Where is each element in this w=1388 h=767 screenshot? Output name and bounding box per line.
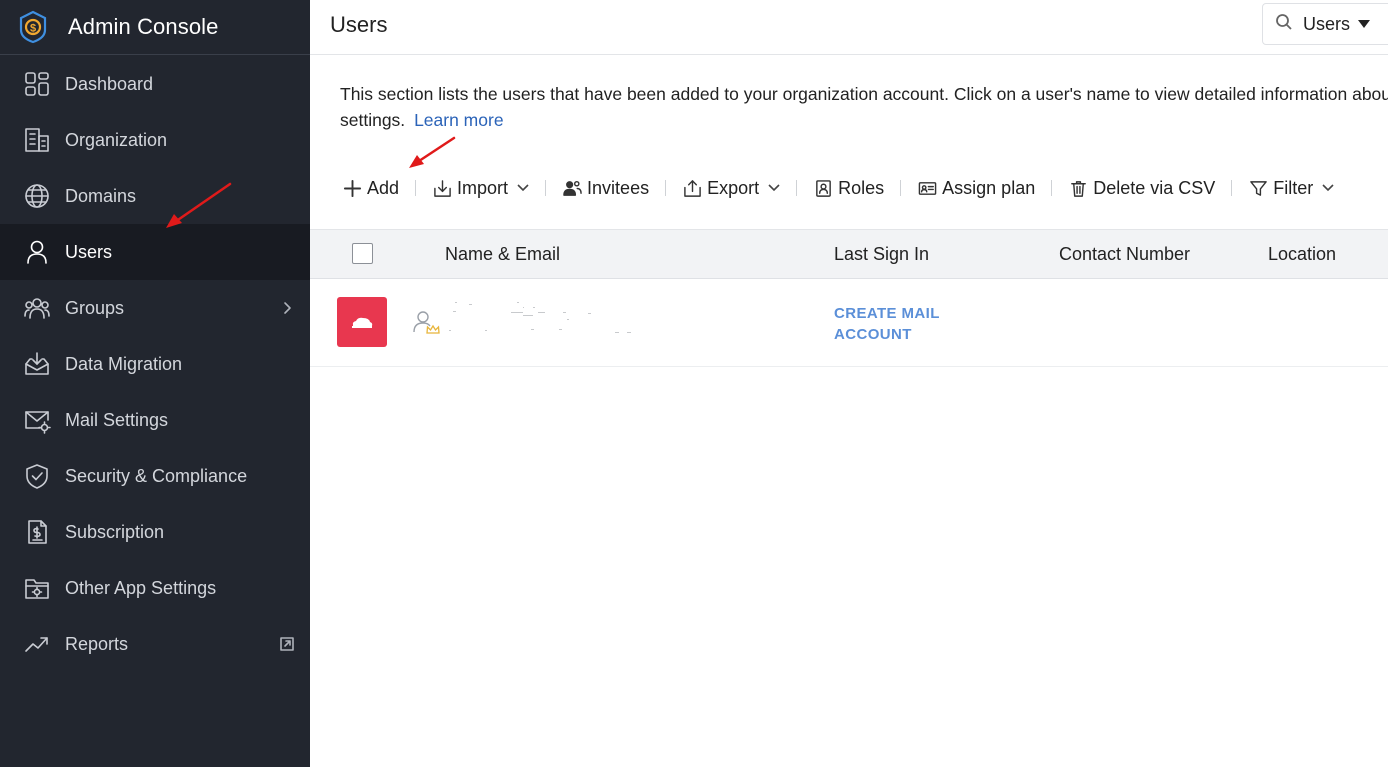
- description-text-cont: settings.: [340, 110, 406, 130]
- sidebar-item-reports[interactable]: Reports: [0, 616, 310, 672]
- delete-via-csv-label: Delete via CSV: [1093, 177, 1216, 198]
- filter-icon: [1248, 178, 1268, 198]
- column-header-last-sign-in[interactable]: Last Sign In: [834, 244, 929, 265]
- sidebar-item-label: Mail Settings: [65, 409, 169, 430]
- table-row[interactable]: CREATE MAIL ACCOUNT: [310, 279, 1388, 367]
- search-icon: [1275, 13, 1293, 36]
- delete-via-csv-button[interactable]: Delete via CSV: [1064, 178, 1219, 199]
- building-icon: [22, 125, 52, 155]
- admin-console-logo-icon: $: [16, 10, 50, 44]
- sidebar-item-mail-settings[interactable]: Mail Settings: [0, 392, 310, 448]
- users-toolbar: Add Import Invitees Export Roles Assign …: [338, 172, 1338, 204]
- section-description: This section lists the users that have b…: [340, 81, 1388, 133]
- learn-more-link[interactable]: Learn more: [414, 110, 504, 130]
- chevron-down-icon: [517, 182, 529, 194]
- toolbar-divider: [1231, 180, 1233, 196]
- column-header-name-email[interactable]: Name & Email: [445, 244, 560, 265]
- roles-label: Roles: [838, 177, 885, 198]
- globe-icon: [22, 181, 52, 211]
- mail-gear-icon: [22, 405, 52, 435]
- export-icon: [682, 178, 702, 198]
- export-label: Export: [707, 177, 760, 198]
- sidebar-item-label: Domains: [65, 185, 137, 206]
- caret-down-icon: [1358, 20, 1371, 28]
- add-label: Add: [367, 177, 400, 198]
- sidebar-item-label: Groups: [65, 297, 125, 318]
- toolbar-divider: [900, 180, 902, 196]
- toolbar-divider: [545, 180, 547, 196]
- sidebar-item-data-migration[interactable]: Data Migration: [0, 336, 310, 392]
- top-bar: Users Users: [310, 0, 1388, 55]
- create-mail-account-link[interactable]: CREATE MAIL ACCOUNT: [834, 303, 974, 345]
- main-content: This section lists the users that have b…: [310, 56, 1388, 767]
- toolbar-divider: [665, 180, 667, 196]
- assign-plan-label: Assign plan: [942, 177, 1036, 198]
- import-icon: [432, 178, 452, 198]
- svg-text:$: $: [30, 23, 36, 35]
- brand-header: $ Admin Console: [0, 0, 310, 55]
- chevron-down-icon: [768, 182, 780, 194]
- sidebar-item-dashboard[interactable]: Dashboard: [0, 56, 310, 112]
- sidebar-item-security-compliance[interactable]: Security & Compliance: [0, 448, 310, 504]
- sidebar-item-groups[interactable]: Groups: [0, 280, 310, 336]
- import-button[interactable]: Import: [428, 178, 533, 199]
- sidebar-item-subscription[interactable]: Subscription: [0, 504, 310, 560]
- page-title: Users: [330, 12, 388, 37]
- trending-up-icon: [22, 629, 52, 659]
- sidebar-item-label: Security & Compliance: [65, 465, 248, 486]
- super-admin-user-icon: [412, 309, 440, 335]
- sidebar-item-users[interactable]: Users: [0, 224, 310, 280]
- app-title: Admin Console: [68, 14, 219, 39]
- trash-icon: [1068, 178, 1088, 198]
- description-text: This section lists the users that have b…: [340, 84, 1388, 104]
- id-card-icon: [917, 178, 937, 198]
- filter-label: Filter: [1273, 177, 1314, 198]
- filter-button[interactable]: Filter: [1244, 178, 1338, 199]
- import-label: Import: [457, 177, 509, 198]
- external-link-icon[interactable]: [278, 635, 296, 653]
- column-header-location[interactable]: Location: [1268, 244, 1336, 265]
- user-icon: [22, 237, 52, 267]
- toolbar-divider: [415, 180, 417, 196]
- invoice-icon: [22, 517, 52, 547]
- sidebar-item-label: Organization: [65, 129, 168, 150]
- inbox-download-icon: [22, 349, 52, 379]
- invitees-button[interactable]: Invitees: [558, 178, 653, 199]
- assign-plan-button[interactable]: Assign plan: [913, 178, 1039, 199]
- table-header: Name & Email Last Sign In Contact Number…: [310, 229, 1388, 279]
- sidebar-item-label: Subscription: [65, 521, 165, 542]
- sidebar-item-label: Dashboard: [65, 73, 154, 94]
- sidebar-item-other-app-settings[interactable]: Other App Settings: [0, 560, 310, 616]
- sidebar-item-label: Other App Settings: [65, 577, 217, 598]
- sidebar-item-label: Users: [65, 241, 113, 262]
- roles-icon: [813, 178, 833, 198]
- invitees-label: Invitees: [587, 177, 650, 198]
- plus-icon: [342, 178, 362, 198]
- sidebar: $ Admin Console Dashboard Organization D…: [0, 0, 310, 767]
- invitees-icon: [562, 178, 582, 198]
- shield-check-icon: [22, 461, 52, 491]
- chevron-down-icon: [1322, 182, 1334, 194]
- avatar[interactable]: [337, 297, 387, 347]
- toolbar-divider: [796, 180, 798, 196]
- sidebar-item-domains[interactable]: Domains: [0, 168, 310, 224]
- add-user-button[interactable]: Add: [338, 178, 403, 199]
- sidebar-item-organization[interactable]: Organization: [0, 112, 310, 168]
- toolbar-divider: [1051, 180, 1053, 196]
- chevron-right-icon[interactable]: [278, 299, 296, 317]
- group-icon: [22, 293, 52, 323]
- select-all-checkbox[interactable]: [352, 243, 373, 264]
- folder-gear-icon: [22, 573, 52, 603]
- export-button[interactable]: Export: [678, 178, 784, 199]
- dashboard-icon: [22, 69, 52, 99]
- search-scope-label: Users: [1303, 13, 1351, 34]
- sidebar-nav: Dashboard Organization Domains Users Gro…: [0, 56, 310, 672]
- search-scope-selector[interactable]: Users: [1262, 3, 1388, 45]
- sidebar-item-label: Reports: [65, 633, 129, 654]
- sidebar-item-label: Data Migration: [65, 353, 183, 374]
- redacted-user-name-email[interactable]: [445, 299, 645, 343]
- roles-button[interactable]: Roles: [809, 178, 888, 199]
- column-header-contact-number[interactable]: Contact Number: [1059, 244, 1190, 265]
